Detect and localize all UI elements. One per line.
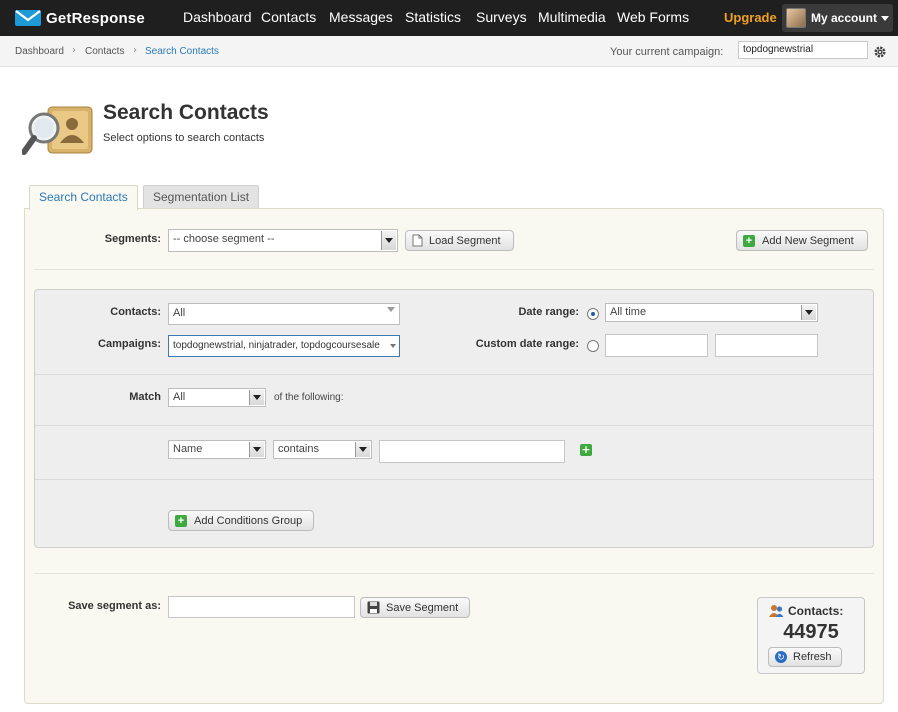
refresh-button[interactable]: ↻ Refresh (768, 647, 842, 667)
date-range-radio[interactable] (587, 308, 599, 320)
divider (35, 479, 873, 480)
refresh-label: Refresh (793, 651, 832, 663)
add-conditions-group-label: Add Conditions Group (194, 514, 303, 527)
add-conditions-group-button[interactable]: + Add Conditions Group (168, 510, 314, 531)
contacts-count-label: Contacts: (788, 604, 844, 618)
match-suffix: of the following: (274, 392, 344, 403)
segments-label: Segments: (104, 233, 161, 245)
chevron-down-icon (387, 307, 395, 324)
brand-name: GetResponse (46, 9, 145, 27)
chevron-down-icon (253, 447, 261, 452)
segment-select[interactable]: -- choose segment -- (168, 229, 398, 252)
nav-web-forms[interactable]: Web Forms (617, 9, 689, 25)
divider (34, 269, 874, 270)
current-campaign-label: Your current campaign: (610, 46, 724, 58)
gear-icon[interactable] (873, 44, 887, 58)
match-select[interactable]: All (168, 388, 266, 407)
add-condition-plus-icon[interactable]: + (580, 444, 592, 456)
campaigns-value: topdognewstrial, ninjatrader, topdogcour… (173, 340, 380, 351)
load-segment-button[interactable]: Load Segment (405, 230, 514, 251)
page-title: Search Contacts (103, 101, 269, 124)
condition-operator-value: contains (278, 443, 319, 455)
custom-date-range-radio[interactable] (587, 340, 599, 352)
upgrade-link[interactable]: Upgrade (724, 10, 777, 25)
save-segment-button[interactable]: Save Segment (360, 597, 470, 618)
envelope-icon (15, 10, 41, 26)
date-range-label: Date range: (518, 306, 579, 318)
nav-dashboard[interactable]: Dashboard (183, 9, 252, 25)
divider (35, 374, 873, 375)
filter-box (34, 289, 874, 548)
page-subtitle: Select options to search contacts (103, 132, 265, 144)
add-new-segment-label: Add New Segment (762, 234, 854, 247)
nav-statistics[interactable]: Statistics (405, 9, 461, 25)
plus-icon: + (743, 234, 755, 247)
chevron-down-icon (385, 238, 393, 243)
campaigns-multiselect[interactable]: topdognewstrial, ninjatrader, topdogcour… (168, 335, 400, 357)
plus-icon: + (175, 514, 187, 527)
refresh-icon: ↻ (775, 651, 787, 663)
custom-date-range-label: Custom date range: (475, 338, 579, 350)
users-icon (769, 603, 784, 622)
floppy-disk-icon (367, 601, 380, 614)
add-new-segment-button[interactable]: + Add New Segment (736, 230, 868, 251)
date-range-select[interactable]: All time (605, 303, 818, 322)
chevron-down-icon (359, 447, 367, 452)
match-value: All (173, 391, 186, 403)
nav-contacts[interactable]: Contacts (261, 9, 316, 25)
match-label: Match (129, 391, 161, 403)
condition-field-select[interactable]: Name (168, 440, 266, 459)
top-nav-bar: GetResponse Dashboard Contacts Messages … (0, 0, 898, 36)
load-segment-label: Load Segment (429, 234, 501, 247)
breadcrumb-search-contacts: Search Contacts (145, 46, 219, 57)
my-account-label: My account (811, 11, 878, 25)
document-icon (412, 234, 423, 247)
custom-date-to-input[interactable] (715, 334, 818, 357)
breadcrumb-separator: › (72, 45, 76, 56)
condition-value-input[interactable] (379, 440, 565, 463)
condition-field-value: Name (173, 443, 203, 455)
nav-surveys[interactable]: Surveys (476, 9, 527, 25)
contacts-select-value: All (173, 307, 186, 319)
current-campaign-input[interactable]: topdognewstrial (738, 41, 868, 59)
chevron-down-icon (805, 310, 813, 315)
date-range-value: All time (610, 306, 647, 318)
contacts-select[interactable]: All (168, 303, 400, 325)
divider (35, 425, 873, 426)
save-segment-button-label: Save Segment (386, 601, 459, 614)
contacts-count-value: 44975 (783, 621, 839, 643)
breadcrumb-dashboard[interactable]: Dashboard (15, 46, 64, 57)
chevron-down-icon (881, 15, 890, 21)
tab-search-contacts[interactable]: Search Contacts (29, 185, 138, 210)
divider (34, 573, 874, 574)
campaigns-label: Campaigns: (98, 338, 161, 350)
brand-logo[interactable]: GetResponse (15, 7, 145, 29)
breadcrumb-contacts[interactable]: Contacts (85, 46, 124, 57)
save-segment-label: Save segment as: (68, 600, 161, 612)
chevron-down-icon (253, 395, 261, 400)
segment-select-value: -- choose segment -- (173, 233, 275, 245)
avatar (786, 8, 806, 28)
custom-date-from-input[interactable] (605, 334, 708, 357)
address-book-search-icon (21, 105, 94, 157)
nav-multimedia[interactable]: Multimedia (538, 9, 606, 25)
contacts-label: Contacts: (110, 306, 161, 318)
condition-operator-select[interactable]: contains (273, 440, 372, 459)
tab-segmentation-list[interactable]: Segmentation List (143, 185, 260, 209)
breadcrumb-separator: › (133, 45, 137, 56)
chevron-down-icon (390, 344, 396, 348)
save-segment-input[interactable] (168, 596, 355, 618)
my-account-menu[interactable]: My account (782, 4, 893, 32)
nav-messages[interactable]: Messages (329, 9, 393, 25)
contacts-count-box: Contacts: 44975 ↻ Refresh (757, 597, 865, 674)
